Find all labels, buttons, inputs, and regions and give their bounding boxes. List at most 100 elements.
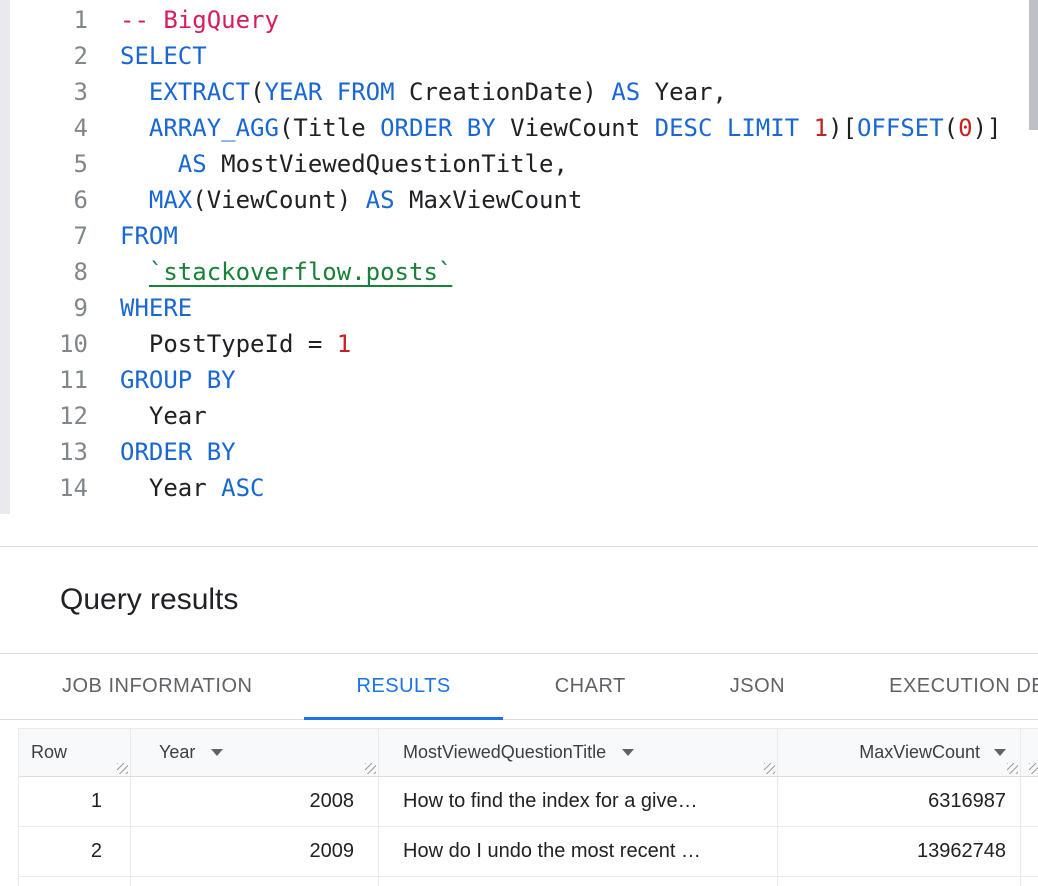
- code-token: Year: [120, 474, 221, 502]
- column-resize-handle[interactable]: [764, 763, 775, 774]
- code-token: MAX: [149, 186, 192, 214]
- column-resize-handle[interactable]: [365, 763, 376, 774]
- sort-arrow-icon[interactable]: [622, 749, 634, 756]
- column-header-year[interactable]: Year: [131, 729, 379, 776]
- cell-year: 2008: [131, 777, 379, 826]
- code-token: )]: [973, 114, 1002, 142]
- column-resize-handle[interactable]: [1029, 763, 1038, 774]
- sql-editor[interactable]: 1 -- BigQuery 2 SELECT3 EXTRACT(YEAR FROM C…: [0, 0, 1038, 547]
- line-number: 7: [0, 218, 88, 254]
- cell-year: 2009: [131, 827, 379, 876]
- code-token: AS: [611, 78, 640, 106]
- code-text: Year ASC: [120, 470, 265, 506]
- code-line[interactable]: 4 ARRAY_AGG(Title ORDER BY ViewCount DES…: [0, 110, 1038, 146]
- column-header-label: Year: [159, 742, 195, 763]
- code-line[interactable]: 11GROUP BY: [0, 362, 1038, 398]
- code-line[interactable]: 12 Year: [0, 398, 1038, 434]
- code-token: )[: [828, 114, 857, 142]
- code-line[interactable]: 10 PostTypeId = 1: [0, 326, 1038, 362]
- tab-label: CHART: [555, 675, 626, 698]
- code-line[interactable]: 6 MAX(ViewCount) AS MaxViewCount: [0, 182, 1038, 218]
- cell-row: 2: [19, 827, 131, 876]
- code-text: `stackoverflow.posts`: [120, 254, 452, 290]
- code-line[interactable]: 9 WHERE: [0, 290, 1038, 326]
- code-text: ARRAY_AGG(Title ORDER BY ViewCount DESC …: [120, 110, 1001, 146]
- column-header-label: MaxViewCount: [859, 742, 980, 763]
- code-token: AS: [178, 150, 207, 178]
- code-token: 1: [337, 330, 351, 358]
- code-text: -- BigQuery: [120, 2, 279, 38]
- code-token: (ViewCount): [192, 186, 365, 214]
- code-token: FROM: [337, 78, 395, 106]
- column-resize-handle[interactable]: [1007, 763, 1018, 774]
- tab-label: RESULTS: [356, 675, 450, 698]
- code-token: LIMIT: [727, 114, 799, 142]
- table-row-partial: [19, 877, 1038, 886]
- tab-label: JOB INFORMATION: [62, 675, 252, 698]
- sort-arrow-icon[interactable]: [211, 749, 223, 756]
- code-lines: 1 -- BigQuery 2 SELECT3 EXTRACT(YEAR FROM C…: [0, 2, 1038, 506]
- code-line[interactable]: 5 AS MostViewedQuestionTitle,: [0, 146, 1038, 182]
- tab-json[interactable]: JSON: [678, 654, 837, 719]
- code-token: CreationDate): [395, 78, 612, 106]
- code-line[interactable]: 8 `stackoverflow.posts`: [0, 254, 1038, 290]
- cell-extra: [1021, 877, 1038, 886]
- cell-empty: [379, 877, 778, 886]
- tab-results[interactable]: RESULTS: [304, 654, 502, 719]
- line-number: 2: [0, 38, 88, 74]
- code-token: 1: [814, 114, 828, 142]
- code-token: Year,: [640, 78, 727, 106]
- code-text: FROM: [120, 218, 178, 254]
- editor-vertical-scrollbar-thumb[interactable]: [1029, 0, 1038, 130]
- tab-chart[interactable]: CHART: [503, 654, 678, 719]
- table-row: 22009How do I undo the most recent …1396…: [19, 827, 1038, 877]
- cell-title: How to find the index for a give…: [379, 777, 778, 826]
- code-text: MAX(ViewCount) AS MaxViewCount: [120, 182, 582, 218]
- code-token: MaxViewCount: [395, 186, 583, 214]
- line-number: 5: [0, 146, 88, 182]
- tab-job-information[interactable]: JOB INFORMATION: [10, 654, 304, 719]
- editor-left-scrollbar[interactable]: [0, 0, 10, 514]
- code-token: ORDER BY: [380, 114, 496, 142]
- line-number: 13: [0, 434, 88, 470]
- table-reference-link[interactable]: `stackoverflow.posts`: [149, 258, 452, 286]
- code-token: FROM: [120, 222, 178, 250]
- code-token: EXTRACT: [149, 78, 250, 106]
- column-header-label: Row: [31, 742, 67, 763]
- code-token: Year: [120, 402, 207, 430]
- tab-execution-details[interactable]: EXECUTION DETAILS: [837, 654, 1038, 719]
- cell-row: 1: [19, 777, 131, 826]
- column-resize-handle[interactable]: [117, 763, 128, 774]
- column-header-row[interactable]: Row: [19, 729, 131, 776]
- line-number: 1: [0, 2, 88, 38]
- code-line[interactable]: 14 Year ASC: [0, 470, 1038, 506]
- code-line[interactable]: 2 SELECT: [0, 38, 1038, 74]
- column-header-title[interactable]: MostViewedQuestionTitle: [379, 729, 778, 776]
- code-token: [120, 186, 149, 214]
- code-token: [712, 114, 726, 142]
- code-token: OFFSET: [857, 114, 944, 142]
- line-number: 10: [0, 326, 88, 362]
- code-text: PostTypeId = 1: [120, 326, 351, 362]
- line-number: 9: [0, 290, 88, 326]
- code-line[interactable]: 7 FROM: [0, 218, 1038, 254]
- code-text: WHERE: [120, 290, 192, 326]
- cell-title: How do I undo the most recent …: [379, 827, 778, 876]
- code-text: GROUP BY: [120, 362, 236, 398]
- cell-empty: [131, 877, 379, 886]
- code-text: AS MostViewedQuestionTitle,: [120, 146, 568, 182]
- code-token: [120, 78, 149, 106]
- cell-extra: [1021, 827, 1038, 876]
- tab-label: JSON: [730, 675, 785, 698]
- code-token: AS: [366, 186, 395, 214]
- code-line[interactable]: 13ORDER BY: [0, 434, 1038, 470]
- sort-arrow-icon[interactable]: [994, 749, 1006, 756]
- code-text: SELECT: [120, 38, 207, 74]
- query-results-header: Query results: [0, 547, 1038, 654]
- cell-empty: [19, 877, 131, 886]
- code-line[interactable]: 1 -- BigQuery: [0, 2, 1038, 38]
- code-token: -- BigQuery: [120, 6, 279, 34]
- code-line[interactable]: 3 EXTRACT(YEAR FROM CreationDate) AS Yea…: [0, 74, 1038, 110]
- column-header-max[interactable]: MaxViewCount: [778, 729, 1021, 776]
- code-token: (Title: [279, 114, 380, 142]
